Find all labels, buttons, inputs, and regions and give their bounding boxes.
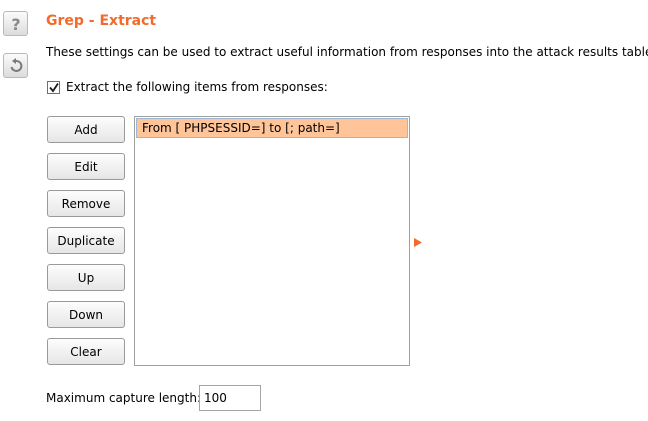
page-description: These settings can be used to extract us… (46, 45, 648, 59)
extract-items-list[interactable]: From [ PHPSESSID=] to [; path=] (134, 116, 410, 366)
extract-checkbox-label: Extract the following items from respons… (66, 80, 328, 94)
down-button[interactable]: Down (47, 301, 125, 328)
svg-text:?: ? (11, 16, 20, 32)
extract-checkbox[interactable] (47, 80, 60, 94)
extract-checkbox-row[interactable]: Extract the following items from respons… (47, 80, 328, 94)
max-capture-label: Maximum capture length: (46, 391, 201, 405)
page-title: Grep - Extract (46, 13, 157, 29)
reset-button[interactable] (3, 53, 28, 78)
list-item[interactable]: From [ PHPSESSID=] to [; path=] (136, 118, 408, 138)
clear-button[interactable]: Clear (47, 338, 125, 365)
reset-icon (8, 57, 24, 74)
max-capture-input[interactable] (199, 385, 261, 411)
checkmark-icon (49, 82, 59, 92)
help-button[interactable]: ? (3, 11, 28, 36)
add-button[interactable]: Add (47, 116, 125, 143)
help-icon: ? (9, 16, 23, 32)
up-button[interactable]: Up (47, 264, 125, 291)
duplicate-button[interactable]: Duplicate (47, 227, 125, 254)
edit-button[interactable]: Edit (47, 153, 125, 180)
remove-button[interactable]: Remove (47, 190, 125, 217)
expand-arrow-icon[interactable] (414, 236, 422, 250)
